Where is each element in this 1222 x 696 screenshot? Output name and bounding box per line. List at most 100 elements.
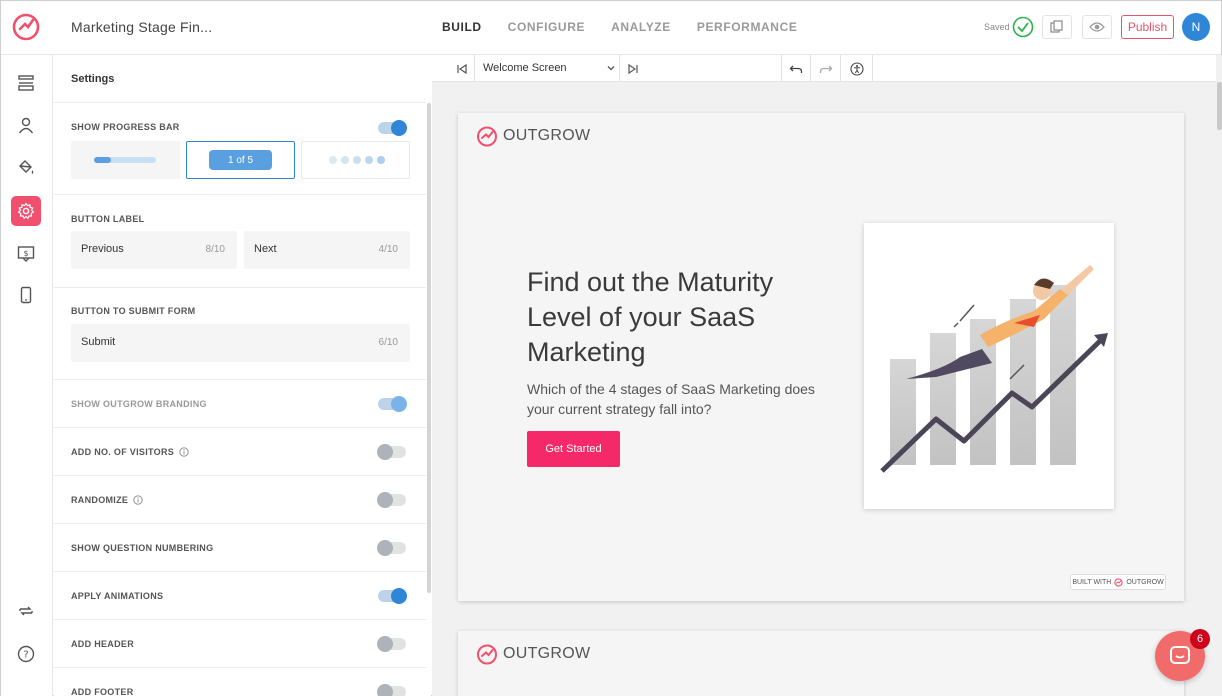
footer-toggle[interactable] [377, 684, 406, 696]
redo-button[interactable] [811, 55, 841, 82]
card-logo-text: OUTGROW [503, 127, 591, 144]
undo-button[interactable] [781, 55, 811, 82]
publish-button[interactable]: Publish [1121, 15, 1174, 39]
submit-label-field[interactable]: Submit 6/10 [71, 324, 410, 362]
get-started-button[interactable]: Get Started [527, 431, 620, 467]
rail-mobile[interactable] [11, 280, 41, 310]
first-screen-button[interactable] [450, 55, 474, 82]
branding-toggle[interactable] [378, 396, 407, 412]
preview-button[interactable] [1082, 15, 1112, 39]
chevron-down-icon [607, 66, 615, 71]
rail-settings[interactable] [11, 196, 41, 226]
progress-count-pill: 1 of 5 [209, 150, 272, 170]
toggle-label: ADD FOOTER [71, 687, 134, 696]
next-label-count: 4/10 [378, 244, 398, 255]
accessibility-button[interactable] [841, 55, 873, 82]
toggle-label: ADD HEADER [71, 639, 135, 649]
nav-configure[interactable]: CONFIGURE [508, 20, 585, 34]
rail-help[interactable]: ? [11, 639, 41, 669]
toggle-label: ADD NO. OF VISITORS [71, 447, 175, 457]
card-logo: OUTGROW [476, 643, 590, 665]
progress-style-bar[interactable] [71, 141, 180, 179]
header-toggle[interactable] [377, 636, 406, 652]
next-label-value: Next [254, 243, 277, 255]
last-screen-button[interactable] [620, 55, 646, 82]
layout-icon [18, 75, 34, 91]
settings-panel: Settings SHOW PROGRESS BAR 1 of 5 BUTTON… [54, 55, 431, 696]
duplicate-button[interactable] [1042, 15, 1072, 39]
randomize-toggle[interactable] [377, 492, 406, 508]
redo-icon [819, 65, 832, 73]
toggle-label-wrap: ADD NO. OF VISITORS [71, 447, 189, 457]
visitors-toggle[interactable] [377, 444, 406, 460]
svg-text:$: $ [23, 249, 28, 258]
nav-performance[interactable]: PERFORMANCE [697, 20, 798, 34]
progress-bar-section: SHOW PROGRESS BAR 1 of 5 [54, 103, 426, 195]
user-icon [18, 117, 34, 134]
help-icon: ? [17, 645, 35, 663]
button-label-heading: BUTTON LABEL [71, 214, 145, 224]
progress-style-dots[interactable] [301, 141, 410, 179]
avatar[interactable]: N [1182, 13, 1210, 41]
built-with-text: BUILT WITH [1072, 578, 1112, 586]
chat-unread-badge: 6 [1190, 629, 1210, 649]
settings-scrollbar[interactable] [427, 103, 431, 593]
main-nav: BUILD CONFIGURE ANALYZE PERFORMANCE [442, 20, 823, 34]
progress-style-count[interactable]: 1 of 5 [186, 141, 295, 179]
rail-pricing[interactable]: $ [11, 239, 41, 269]
saved-check-icon [1012, 16, 1034, 38]
progress-bar-preview-icon [94, 157, 156, 163]
info-icon[interactable] [133, 495, 143, 505]
rail-design[interactable] [11, 152, 41, 182]
previous-label-field[interactable]: Previous 8/10 [71, 231, 237, 269]
nav-build[interactable]: BUILD [442, 20, 482, 34]
top-bar: Marketing Stage Fin... BUILD CONFIGURE A… [1, 1, 1221, 55]
submit-heading: BUTTON TO SUBMIT FORM [71, 306, 196, 316]
refresh-icon [19, 606, 33, 616]
rail-leads[interactable] [11, 110, 41, 140]
welcome-headline[interactable]: Find out the Maturity Level of your SaaS… [527, 265, 827, 370]
submit-label-count: 6/10 [378, 337, 398, 348]
toggle-row-numbering: SHOW QUESTION NUMBERING [54, 524, 426, 572]
card-logo: OUTGROW [476, 125, 590, 147]
toggle-row-randomize: RANDOMIZE [54, 476, 426, 524]
screen-toolbar: Welcome Screen [432, 55, 1216, 82]
rail-layout[interactable] [11, 68, 41, 98]
progress-bar-label: SHOW PROGRESS BAR [71, 122, 180, 132]
saved-label: Saved [984, 22, 1010, 32]
welcome-subhead[interactable]: Which of the 4 stages of SaaS Marketing … [527, 379, 817, 419]
toggle-row-branding: SHOW OUTGROW BRANDING [54, 380, 426, 428]
rail-sync[interactable] [11, 596, 41, 626]
previous-label-value: Previous [81, 243, 124, 255]
toggle-row-visitors: ADD NO. OF VISITORS [54, 428, 426, 476]
outgrow-logo-icon [477, 644, 497, 665]
toggle-label: SHOW QUESTION NUMBERING [71, 543, 214, 553]
undo-icon [789, 65, 803, 73]
skip-back-icon [457, 63, 467, 74]
built-with-badge[interactable]: BUILT WITH OUTGROW [1070, 574, 1166, 590]
toggle-label: SHOW OUTGROW BRANDING [71, 399, 207, 409]
nav-analyze[interactable]: ANALYZE [611, 20, 671, 34]
info-icon[interactable] [179, 447, 189, 457]
growth-chart-illustration-icon [880, 265, 1108, 473]
progress-dots-preview-icon [329, 156, 385, 164]
animations-toggle[interactable] [378, 588, 407, 604]
toggle-row-footer: ADD FOOTER [54, 668, 426, 696]
project-title[interactable]: Marketing Stage Fin... [71, 19, 212, 35]
welcome-screen-card[interactable]: OUTGROW Find out the Maturity Level of y… [458, 113, 1184, 601]
previous-label-count: 8/10 [205, 244, 225, 255]
gear-icon [17, 202, 35, 220]
progress-bar-toggle[interactable] [378, 120, 407, 136]
hero-illustration[interactable] [864, 223, 1114, 509]
built-with-brand: OUTGROW [1126, 578, 1164, 586]
numbering-toggle[interactable] [377, 540, 406, 556]
toggle-row-header: ADD HEADER [54, 620, 426, 668]
next-screen-card[interactable]: OUTGROW [458, 631, 1184, 696]
toggle-label-wrap: RANDOMIZE [71, 495, 143, 505]
left-rail: $ ? [1, 55, 53, 696]
canvas-scrollbar[interactable] [1217, 82, 1222, 130]
next-label-field[interactable]: Next 4/10 [244, 231, 410, 269]
outgrow-logo-icon[interactable] [11, 11, 41, 41]
pricing-icon: $ [17, 246, 35, 262]
toggle-label: APPLY ANIMATIONS [71, 591, 164, 601]
